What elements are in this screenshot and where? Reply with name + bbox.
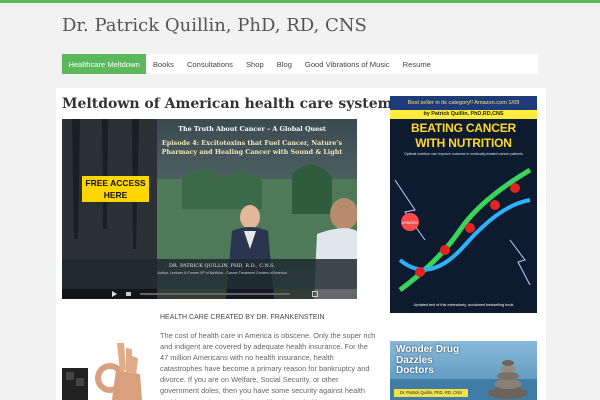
- post-title: Meltdown of American health care system: [62, 96, 393, 112]
- video-caption-credit: Author, Lecturer & Former VP of Nutritio…: [157, 271, 287, 275]
- fullscreen-icon[interactable]: [312, 291, 318, 297]
- book-footer-text: Updated text of this extensively, acclai…: [413, 303, 514, 307]
- article-byline: HEALTH CARE CREATED BY DR. FRANKENSTEIN: [160, 314, 325, 321]
- video-control-bar: [62, 289, 357, 299]
- site-title[interactable]: Dr. Patrick Quillin, PhD, RD, CNS: [62, 15, 367, 36]
- ok-hand-image: [62, 338, 148, 400]
- svg-text:UPDATED: UPDATED: [402, 221, 418, 225]
- video-episode-subtitle: Episode 4: Excitotoxins that Fuel Cancer…: [161, 139, 343, 156]
- top-accent-bar: [0, 0, 600, 3]
- dna-helix-image: UPDATED: [394, 167, 532, 292]
- nav-item-consultations[interactable]: Consultations: [180, 54, 239, 74]
- free-access-badge[interactable]: FREE ACCESS HERE: [82, 176, 149, 202]
- nav-item-books[interactable]: Books: [146, 54, 180, 74]
- book-author: by Patrick Quillin, PhD,RD,CNS: [390, 110, 537, 119]
- article-body: The cost of health care in America is ob…: [160, 331, 376, 400]
- nav-item-healthcare-meltdown[interactable]: Healthcare Meltdown: [62, 54, 147, 74]
- video-title: The Truth About Cancer – A Global Quest: [178, 125, 326, 133]
- nav-item-resume[interactable]: Resume: [396, 54, 437, 74]
- video-caption: DR. PATRICK QUILLIN, PHD, R.D., C.N.S.: [169, 263, 275, 269]
- video-progress-bar[interactable]: [140, 293, 290, 295]
- book-title-line1: BEATING CANCER: [411, 121, 516, 135]
- video-player[interactable]: The Truth About Cancer – A Global Quest …: [62, 119, 357, 299]
- nav-item-blog[interactable]: Blog: [270, 54, 298, 74]
- play-icon[interactable]: [112, 291, 117, 297]
- nav-item-good-vibrations[interactable]: Good Vibrations of Music: [298, 54, 396, 74]
- book-ad-wonder-drug[interactable]: Wonder Drug Dazzles Doctors Dr. Patrick …: [390, 341, 537, 400]
- book-ad-beating-cancer[interactable]: Best seller in its category!! Amazon.com…: [390, 96, 537, 313]
- book2-author: Dr. Patrick Quillin, PhD, RD, CNS: [394, 389, 468, 397]
- book-banner: Best seller in its category!! Amazon.com…: [390, 96, 537, 110]
- nav-item-shop[interactable]: Shop: [239, 54, 270, 74]
- book-subtitle: Optimal nutrition can improve outcome in…: [403, 152, 524, 156]
- volume-icon[interactable]: [126, 292, 131, 296]
- book2-title: Wonder Drug Dazzles Doctors: [396, 344, 460, 376]
- main-nav: Healthcare Meltdown Books Consultations …: [62, 54, 538, 74]
- book-title-line2: WITH NUTRITION: [415, 136, 512, 150]
